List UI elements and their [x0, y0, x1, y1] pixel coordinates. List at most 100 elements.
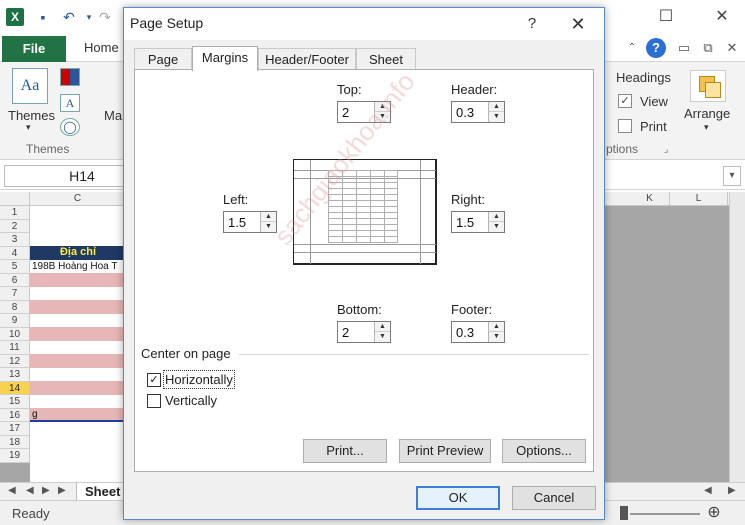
sheet-options-launcher-icon[interactable]: ⌟ — [664, 144, 668, 155]
themes-button-label[interactable]: Themes — [8, 108, 55, 123]
arrange-button-label[interactable]: Arrange — [684, 106, 730, 121]
right-margin-spinner[interactable]: 1.5 ▲ ▼ — [451, 211, 505, 233]
row-header[interactable]: 2 — [0, 219, 30, 233]
right-margin-value[interactable]: 1.5 — [456, 215, 474, 230]
undo-icon[interactable]: ↶ — [60, 8, 78, 26]
arrange-icon[interactable] — [690, 70, 726, 102]
footer-margin-spinner[interactable]: 0.3 ▲ ▼ — [451, 321, 505, 343]
row-header[interactable]: 12 — [0, 354, 30, 368]
colors-icon[interactable] — [60, 68, 80, 86]
row-header[interactable]: 8 — [0, 300, 30, 314]
save-icon[interactable]: ▪ — [34, 8, 52, 26]
prev-sheet-icon[interactable]: ◀ — [26, 485, 34, 496]
restore-window-icon[interactable]: ☐ — [654, 6, 678, 28]
spin-up-icon[interactable]: ▲ — [489, 102, 504, 112]
top-margin-spinner[interactable]: 2 ▲ ▼ — [337, 101, 391, 123]
scroll-right-icon[interactable]: ▶ — [728, 485, 736, 496]
fonts-icon[interactable]: A — [60, 94, 80, 112]
margins-button-label[interactable]: Ma — [104, 108, 122, 123]
top-margin-value[interactable]: 2 — [342, 105, 349, 120]
table-row[interactable] — [30, 300, 126, 314]
select-all-corner[interactable] — [0, 192, 30, 206]
row-header[interactable]: 18 — [0, 435, 30, 449]
ribbon-collapse-icon[interactable]: ⌃ — [622, 38, 642, 58]
options-button[interactable]: Options... — [502, 439, 586, 463]
print-preview-button[interactable]: Print Preview — [399, 439, 491, 463]
help-icon[interactable]: ? — [520, 12, 544, 36]
tab-header-footer[interactable]: Header/Footer — [258, 48, 356, 70]
cancel-button[interactable]: Cancel — [512, 486, 596, 510]
table-row[interactable]: g — [30, 408, 126, 422]
header-cell[interactable]: Địa chỉ — [30, 246, 126, 260]
column-header[interactable]: K — [630, 192, 670, 206]
view-headings-checkbox[interactable]: ✓ — [618, 94, 632, 108]
vertically-label[interactable]: Vertically — [165, 393, 217, 408]
bottom-margin-value[interactable]: 2 — [342, 325, 349, 340]
header-margin-spinner[interactable]: 0.3 ▲ ▼ — [451, 101, 505, 123]
print-button[interactable]: Print... — [303, 439, 387, 463]
left-margin-spinner[interactable]: 1.5 ▲ ▼ — [223, 211, 277, 233]
tab-file[interactable]: File — [2, 36, 66, 62]
row-header[interactable]: 14 — [0, 381, 30, 395]
row-header[interactable]: 5 — [0, 260, 30, 274]
spin-up-icon[interactable]: ▲ — [375, 322, 390, 332]
horizontally-checkbox[interactable]: ✓ — [147, 373, 161, 387]
footer-margin-value[interactable]: 0.3 — [456, 325, 474, 340]
effects-icon[interactable]: ◯ — [60, 118, 80, 136]
tab-sheet[interactable]: Sheet — [356, 48, 416, 70]
expand-formula-bar-icon[interactable]: ▾ — [723, 166, 741, 186]
themes-icon[interactable]: Aa — [12, 68, 48, 104]
close-icon[interactable]: ✕ — [564, 12, 592, 36]
row-header[interactable]: 16 — [0, 408, 30, 422]
spin-down-icon[interactable]: ▼ — [489, 112, 504, 122]
row-header[interactable]: 6 — [0, 273, 30, 287]
row-header[interactable]: 3 — [0, 233, 30, 247]
row-header[interactable]: 7 — [0, 287, 30, 301]
close-workbook-icon[interactable]: ✕ — [722, 38, 742, 58]
spin-up-icon[interactable]: ▲ — [489, 212, 504, 222]
column-header[interactable]: L — [670, 192, 728, 206]
themes-dropdown-icon[interactable]: ▾ — [26, 122, 31, 133]
redo-icon[interactable]: ↷ — [96, 8, 114, 26]
vertical-scrollbar[interactable] — [729, 192, 745, 482]
row-header[interactable]: 1 — [0, 206, 30, 220]
table-row[interactable] — [30, 354, 126, 368]
scroll-left-icon[interactable]: ◀ — [704, 485, 712, 496]
bottom-margin-spinner[interactable]: 2 ▲ ▼ — [337, 321, 391, 343]
row-header[interactable]: 10 — [0, 327, 30, 341]
spin-down-icon[interactable]: ▼ — [375, 112, 390, 122]
left-margin-value[interactable]: 1.5 — [228, 215, 246, 230]
spin-down-icon[interactable]: ▼ — [375, 332, 390, 342]
spin-up-icon[interactable]: ▲ — [261, 212, 276, 222]
row-header[interactable]: 4 — [0, 246, 30, 260]
spin-up-icon[interactable]: ▲ — [489, 322, 504, 332]
row-header[interactable]: 17 — [0, 422, 30, 436]
spin-down-icon[interactable]: ▼ — [489, 332, 504, 342]
zoom-slider-thumb[interactable] — [620, 506, 628, 520]
vertically-checkbox[interactable] — [147, 394, 161, 408]
table-row[interactable] — [30, 381, 126, 395]
spin-up-icon[interactable]: ▲ — [375, 102, 390, 112]
data-cell[interactable]: 198B Hoàng Hoa T — [30, 260, 126, 274]
next-sheet-icon[interactable]: ▶ — [42, 485, 50, 496]
row-header[interactable]: 9 — [0, 314, 30, 328]
table-row[interactable] — [30, 273, 126, 287]
first-sheet-icon[interactable]: ◀ — [8, 485, 16, 496]
tab-margins[interactable]: Margins — [192, 46, 258, 71]
tab-page[interactable]: Page — [134, 48, 192, 70]
row-header[interactable]: 19 — [0, 449, 30, 463]
spin-down-icon[interactable]: ▼ — [489, 222, 504, 232]
zoom-slider[interactable] — [630, 513, 700, 515]
column-header[interactable]: C — [30, 192, 126, 206]
ok-button[interactable]: OK — [416, 486, 500, 510]
close-window-icon[interactable]: ✕ — [710, 6, 734, 28]
horizontally-label[interactable]: Horizontally — [163, 370, 235, 389]
restore-workbook-icon[interactable]: ⧉ — [698, 38, 718, 58]
tab-home[interactable]: Home — [84, 40, 119, 55]
table-row[interactable] — [30, 327, 126, 341]
header-margin-value[interactable]: 0.3 — [456, 105, 474, 120]
zoom-in-icon[interactable]: ⊕ — [704, 503, 724, 523]
help-icon[interactable]: ? — [646, 38, 666, 58]
row-header[interactable]: 15 — [0, 395, 30, 409]
arrange-dropdown-icon[interactable]: ▾ — [704, 122, 709, 133]
